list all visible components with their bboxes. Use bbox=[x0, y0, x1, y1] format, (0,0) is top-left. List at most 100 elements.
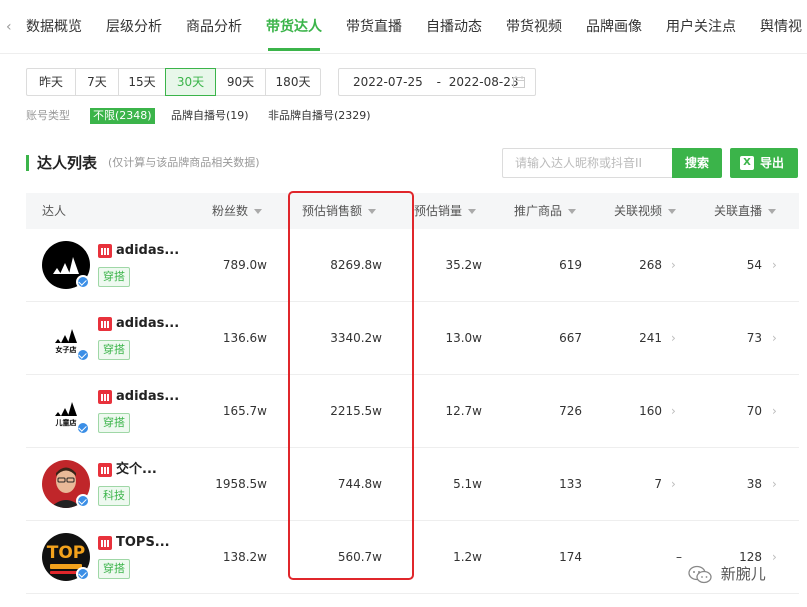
tab-data-overview[interactable]: 数据概览 bbox=[26, 16, 82, 38]
search-input[interactable]: 请输入达人昵称或抖音II bbox=[502, 148, 672, 178]
date-range-picker[interactable]: 2022-07-25 - 2022-08-23 bbox=[338, 68, 536, 96]
section-subtitle: (仅计算与该品牌商品相关数据) bbox=[108, 156, 260, 169]
platform-icon bbox=[98, 317, 112, 331]
sort-caret-icon bbox=[768, 209, 777, 214]
topsports-logo-text: TOP bbox=[46, 543, 86, 563]
col-products[interactable]: 推广商品 bbox=[514, 193, 577, 229]
account-type-all[interactable]: 不限(2348) bbox=[90, 108, 155, 124]
tab-sentiment[interactable]: 舆情视 bbox=[760, 16, 802, 38]
col-fans[interactable]: 粉丝数 bbox=[212, 193, 263, 229]
section-accent-bar bbox=[26, 155, 29, 171]
tab-influencers[interactable]: 带货达人 bbox=[266, 16, 322, 38]
tab-user-focus[interactable]: 用户关注点 bbox=[666, 16, 736, 38]
category-tag: 穿搭 bbox=[98, 413, 130, 433]
top-navigation: ‹ 数据概览 层级分析 商品分析 带货达人 带货直播 自播动态 带货视频 品牌画… bbox=[0, 0, 807, 54]
verified-badge-icon bbox=[76, 275, 90, 289]
tab-brand-profile[interactable]: 品牌画像 bbox=[586, 16, 642, 38]
search-button[interactable]: 搜索 bbox=[672, 148, 722, 178]
date-preset-7d[interactable]: 7天 bbox=[75, 68, 119, 96]
sales-volume-value: 13.0w bbox=[445, 331, 482, 345]
account-type-brand-self[interactable]: 品牌自播号(19) bbox=[171, 108, 249, 124]
calendar-icon bbox=[513, 76, 525, 88]
products-value: 174 bbox=[559, 550, 582, 564]
tab-product-analysis[interactable]: 商品分析 bbox=[186, 16, 242, 38]
date-preset-180d[interactable]: 180天 bbox=[265, 68, 321, 96]
videos-value[interactable]: 268 bbox=[639, 256, 662, 274]
tab-self-broadcast[interactable]: 自播动态 bbox=[426, 16, 482, 38]
date-preset-90d[interactable]: 90天 bbox=[215, 68, 266, 96]
videos-value[interactable]: – bbox=[676, 548, 682, 566]
col-videos[interactable]: 关联视频 bbox=[614, 193, 677, 229]
chevron-right-icon[interactable]: › bbox=[671, 402, 676, 420]
chevron-right-icon[interactable]: › bbox=[772, 402, 777, 420]
fans-value: 1958.5w bbox=[215, 477, 267, 491]
influencer-name[interactable]: adidas... bbox=[116, 315, 179, 333]
chevron-right-icon[interactable]: › bbox=[772, 256, 777, 274]
products-value: 619 bbox=[559, 258, 582, 272]
col-influencer: 达人 bbox=[42, 204, 67, 218]
chevron-right-icon[interactable]: › bbox=[772, 548, 777, 566]
category-tag: 科技 bbox=[98, 486, 130, 506]
sort-caret-icon bbox=[468, 209, 477, 214]
chevron-right-icon[interactable]: › bbox=[772, 329, 777, 347]
lives-value[interactable]: 54 bbox=[747, 256, 762, 274]
col-sales-volume[interactable]: 预估销量 bbox=[414, 193, 477, 229]
products-value: 726 bbox=[559, 404, 582, 418]
date-preset-15d[interactable]: 15天 bbox=[118, 68, 166, 96]
fans-value: 138.2w bbox=[222, 550, 267, 564]
tab-sales-videos[interactable]: 带货视频 bbox=[506, 16, 562, 38]
nav-scroll-left-icon[interactable]: ‹ bbox=[6, 18, 20, 36]
sales-volume-value: 5.1w bbox=[453, 477, 482, 491]
date-range-end: 2022-08-23 bbox=[448, 75, 519, 89]
chevron-right-icon[interactable]: › bbox=[671, 329, 676, 347]
excel-icon: X bbox=[740, 156, 754, 170]
tab-live-sales[interactable]: 带货直播 bbox=[346, 16, 402, 38]
wechat-icon bbox=[688, 565, 712, 583]
active-tab-indicator bbox=[268, 48, 320, 51]
date-range-separator: - bbox=[436, 75, 441, 89]
fans-value: 136.6w bbox=[222, 331, 267, 345]
tab-level-analysis[interactable]: 层级分析 bbox=[106, 16, 162, 38]
lives-value[interactable]: 70 bbox=[747, 402, 762, 420]
products-value: 133 bbox=[559, 477, 582, 491]
platform-icon bbox=[98, 536, 112, 550]
chevron-right-icon[interactable]: › bbox=[671, 475, 676, 493]
sort-caret-icon bbox=[668, 209, 677, 214]
col-lives[interactable]: 关联直播 bbox=[714, 193, 777, 229]
highlight-box bbox=[288, 191, 414, 580]
videos-value[interactable]: 160 bbox=[639, 402, 662, 420]
platform-icon bbox=[98, 390, 112, 404]
section-title: 达人列表 bbox=[37, 154, 98, 172]
verified-badge-icon bbox=[76, 567, 90, 581]
watermark-text: 新腕儿 bbox=[720, 565, 766, 583]
category-tag: 穿搭 bbox=[98, 267, 130, 287]
chevron-right-icon[interactable]: › bbox=[772, 475, 777, 493]
date-preset-yesterday[interactable]: 昨天 bbox=[26, 68, 76, 96]
influencer-name[interactable]: adidas... bbox=[116, 242, 179, 260]
sales-volume-value: 12.7w bbox=[445, 404, 482, 418]
category-tag: 穿搭 bbox=[98, 559, 130, 579]
videos-value[interactable]: 7 bbox=[654, 475, 662, 493]
fans-value: 165.7w bbox=[222, 404, 267, 418]
verified-badge-icon bbox=[76, 421, 90, 435]
lives-value[interactable]: 73 bbox=[747, 329, 762, 347]
date-range-start: 2022-07-25 bbox=[353, 75, 423, 89]
chevron-right-icon[interactable]: › bbox=[671, 256, 676, 274]
fans-value: 789.0w bbox=[222, 258, 267, 272]
watermark: 新腕儿 bbox=[688, 562, 766, 586]
date-preset-30d[interactable]: 30天 bbox=[165, 68, 216, 96]
influencer-name[interactable]: 交个... bbox=[116, 461, 157, 479]
category-tag: 穿搭 bbox=[98, 340, 130, 360]
export-label: 导出 bbox=[760, 156, 785, 170]
influencer-name[interactable]: TOPS... bbox=[116, 534, 170, 552]
account-type-non-brand[interactable]: 非品牌自播号(2329) bbox=[268, 108, 371, 124]
verified-badge-icon bbox=[76, 494, 90, 508]
lives-value[interactable]: 38 bbox=[747, 475, 762, 493]
account-type-label: 账号类型 bbox=[26, 109, 70, 122]
influencer-name[interactable]: adidas... bbox=[116, 388, 179, 406]
videos-value[interactable]: 241 bbox=[639, 329, 662, 347]
sales-volume-value: 1.2w bbox=[453, 550, 482, 564]
sort-caret-icon bbox=[254, 209, 263, 214]
export-button[interactable]: X 导出 bbox=[730, 148, 798, 178]
verified-badge-icon bbox=[76, 348, 90, 362]
